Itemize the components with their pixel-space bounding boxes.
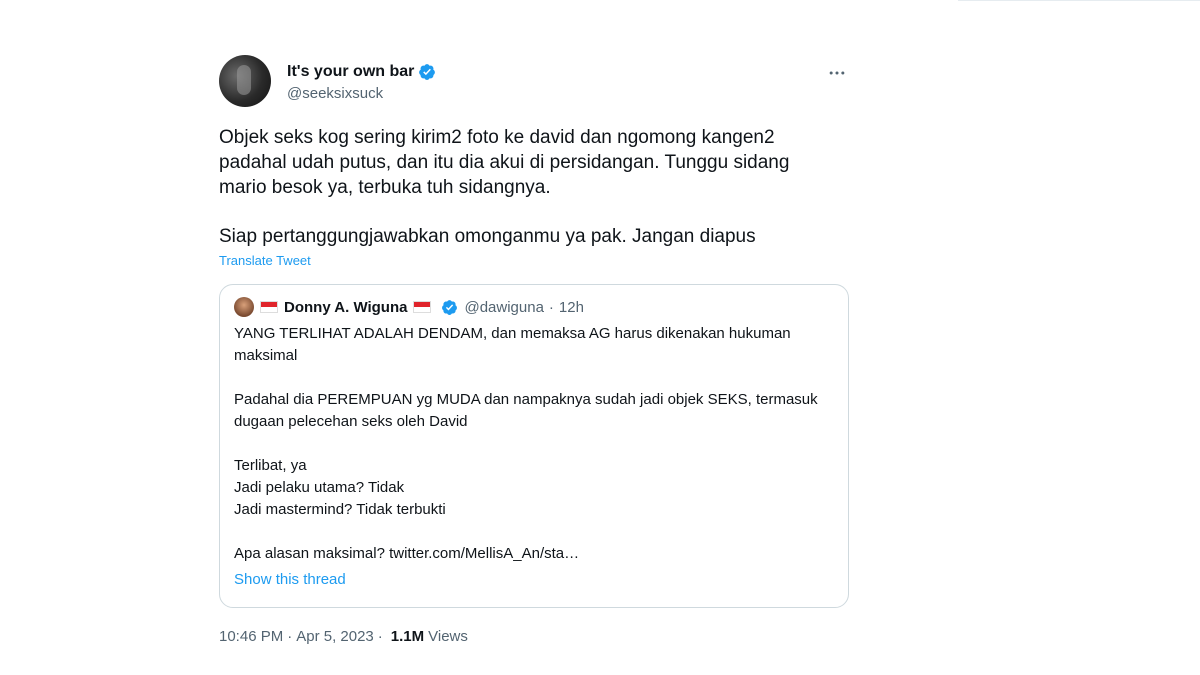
quoted-handle: @dawiguna — [464, 298, 544, 316]
verified-badge-icon — [419, 64, 436, 80]
quoted-line: Jadi mastermind? Tidak terbukti — [234, 501, 446, 518]
author-name-row[interactable]: It's your own bar — [287, 63, 436, 81]
tweet-card: It's your own bar @seeksixsuck Objek sek… — [219, 55, 849, 645]
quoted-line: Terlibat, ya — [234, 457, 307, 474]
top-divider — [958, 0, 1200, 1]
quoted-line: Padahal dia PEREMPUAN yg MUDA dan nampak… — [234, 391, 818, 430]
more-options-button[interactable] — [825, 61, 849, 85]
indonesia-flag-icon — [413, 301, 432, 313]
separator-dot: · — [287, 628, 293, 645]
quoted-paragraph: Apa alasan maksimal? twitter.com/MellisA… — [234, 543, 834, 565]
quoted-timestamp: 12h — [558, 298, 584, 316]
views-count: 1.1M — [390, 628, 425, 645]
author-handle[interactable]: @seeksixsuck — [287, 85, 436, 102]
quoted-line: Jadi pelaku utama? Tidak — [234, 479, 405, 496]
more-horizontal-icon — [829, 71, 845, 75]
show-thread-link[interactable]: Show this thread — [234, 571, 346, 588]
author-display-name[interactable]: It's your own bar — [287, 63, 414, 81]
separator-dot: · — [377, 628, 383, 645]
tweet-time[interactable]: 10:46 PM — [219, 628, 283, 645]
quoted-tweet-text: YANG TERLIHAT ADALAH DENDAM, dan memaksa… — [234, 323, 834, 565]
quoted-line: YANG TERLIHAT ADALAH DENDAM, dan memaksa… — [234, 325, 791, 364]
verified-badge-icon — [442, 299, 458, 315]
quoted-paragraph: Terlibat, ya Jadi pelaku utama? Tidak Ja… — [234, 455, 834, 521]
indonesia-flag-icon — [260, 301, 278, 313]
avatar[interactable] — [219, 55, 271, 107]
author-block: It's your own bar @seeksixsuck — [287, 63, 436, 102]
translate-tweet-link[interactable]: Translate Tweet — [219, 253, 311, 268]
tweet-date[interactable]: Apr 5, 2023 — [296, 628, 374, 645]
quoted-line: Apa alasan maksimal? twitter.com/MellisA… — [234, 545, 580, 562]
views-label: Views — [428, 628, 468, 645]
quoted-paragraph: Padahal dia PEREMPUAN yg MUDA dan nampak… — [234, 389, 834, 433]
separator-dot: · — [548, 298, 554, 316]
quoted-paragraph: YANG TERLIHAT ADALAH DENDAM, dan memaksa… — [234, 323, 834, 367]
quoted-tweet-header: Donny A. Wiguna @dawiguna · 12h — [234, 297, 834, 317]
tweet-paragraph: Siap pertanggungjawabkan omonganmu ya pa… — [219, 226, 756, 247]
quoted-display-name: Donny A. Wiguna — [284, 298, 408, 316]
tweet-text: Objek seks kog sering kirim2 foto ke dav… — [219, 125, 839, 249]
quoted-avatar — [234, 297, 254, 317]
quoted-tweet[interactable]: Donny A. Wiguna @dawiguna · 12h YANG TER… — [219, 284, 849, 608]
tweet-header: It's your own bar @seeksixsuck — [219, 55, 849, 111]
tweet-meta: 10:46 PM · Apr 5, 2023 · 1.1M Views — [219, 628, 849, 645]
tweet-paragraph: Objek seks kog sering kirim2 foto ke dav… — [219, 127, 790, 198]
